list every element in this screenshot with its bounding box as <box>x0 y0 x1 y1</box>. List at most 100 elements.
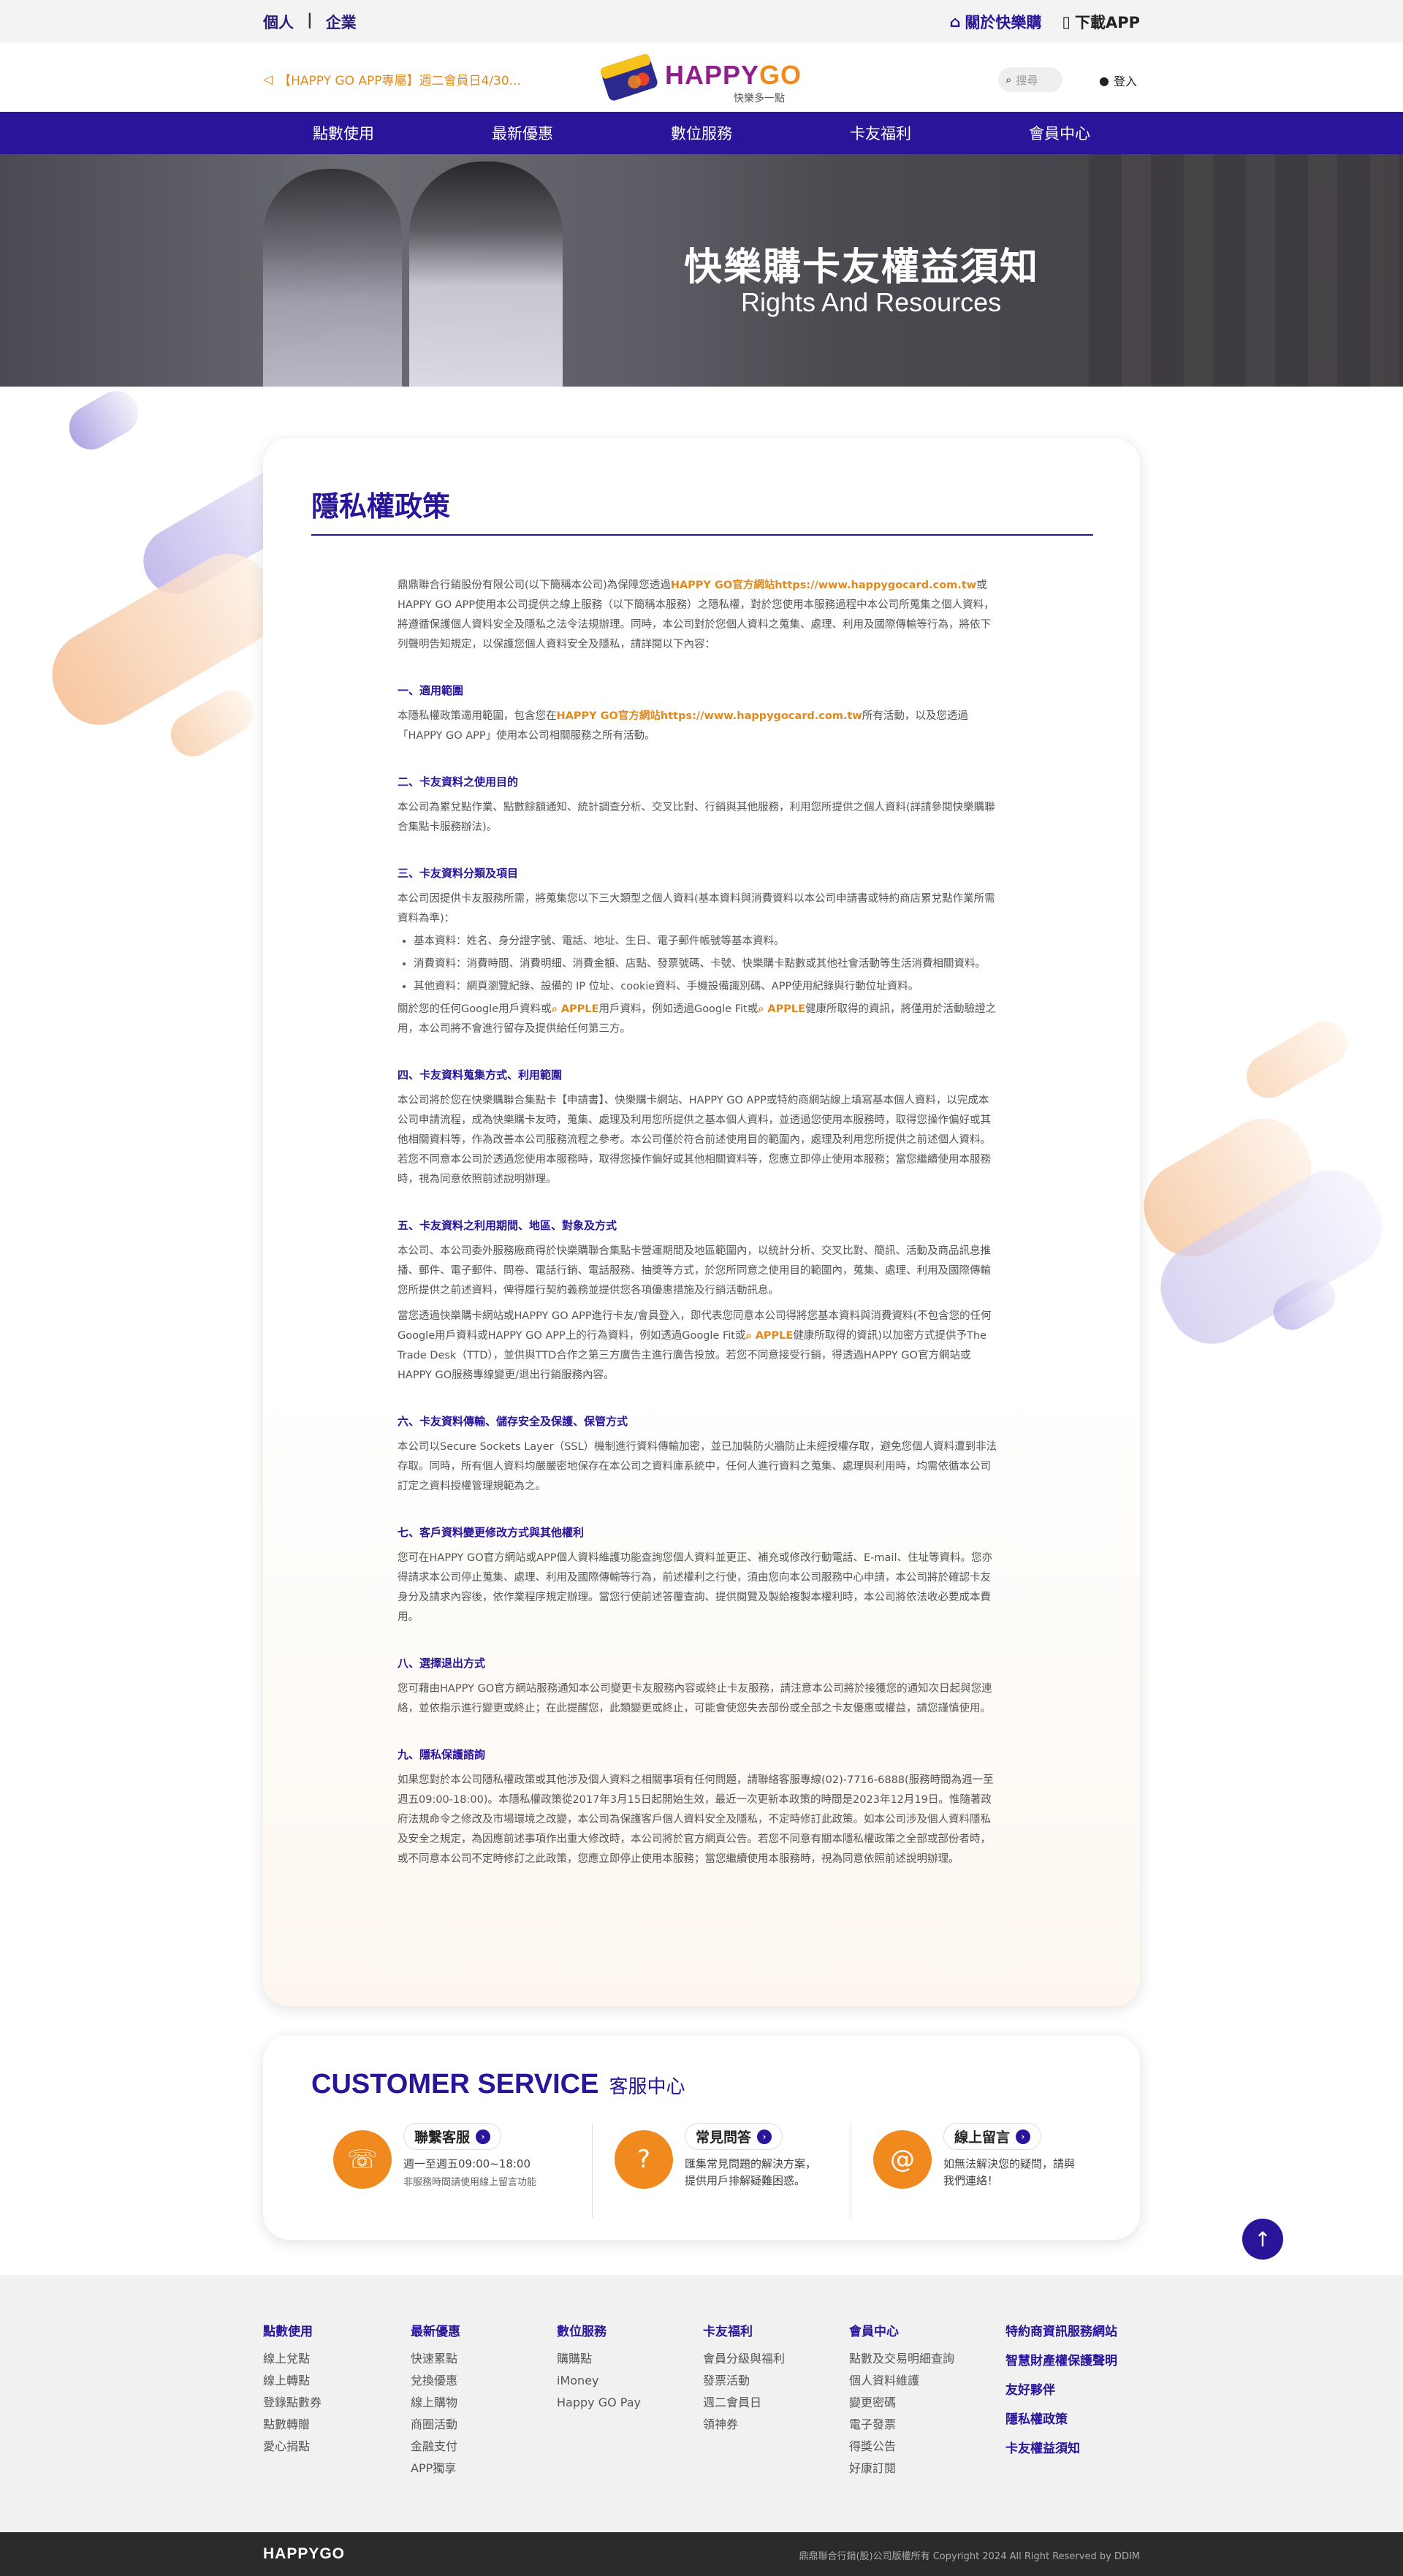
audience-switch: 個人 | 企業 <box>263 11 357 33</box>
footer-link[interactable]: 隱私權政策 <box>1005 2405 1117 2434</box>
section-text: 本公司將於您在快樂購聯合集點卡【申請書】、快樂購卡網站、HAPPY GO APP… <box>398 1095 991 1185</box>
search-box[interactable]: ⌕ 搜尋 <box>998 67 1062 92</box>
nav-member-center[interactable]: 會員中心 <box>1029 122 1090 144</box>
happygo-logo[interactable]: HAPPYGO 快樂多一點 <box>598 50 802 105</box>
cs-contact-button[interactable]: 聯繫客服 › <box>403 2123 502 2150</box>
policy-card: 隱私權政策 鼎鼎聯合行銷股份有限公司(以下簡稱本公司)為保障您透過HAPPY G… <box>263 438 1140 2006</box>
footer-link[interactable]: 兌換優惠 <box>411 2370 460 2392</box>
hero-banner: 快樂購卡友權益須知 Rights And Resources <box>0 154 1403 387</box>
footer-link[interactable]: 會員分級與福利 <box>703 2348 785 2370</box>
nav-points-usage[interactable]: 點數使用 <box>313 122 374 144</box>
top-bar: 個人 | 企業 ⌂ 關於快樂購 ▯ 下載APP <box>0 0 1403 42</box>
footer-link[interactable]: 智慧財產權保護聲明 <box>1005 2347 1117 2376</box>
banner-title: 快樂購卡友權益須知 <box>684 246 1040 289</box>
apple-link[interactable]: ⌕ APPLE <box>758 1003 805 1015</box>
arrow-right-icon: › <box>757 2129 772 2144</box>
login-link[interactable]: ● 登入 <box>1099 72 1137 89</box>
promo-ticker[interactable]: ◁ 【HAPPY GO APP專屬】週二會員日4/30... <box>263 70 521 89</box>
decor-shape <box>1239 1013 1356 1106</box>
footer-link[interactable]: 線上購物 <box>411 2392 460 2414</box>
download-app-link[interactable]: ▯ 下載APP <box>1062 11 1140 33</box>
apple-link[interactable]: ⌕ APPLE <box>746 1330 794 1342</box>
section-heading: 三、卡友資料分類及項目 <box>398 867 519 880</box>
footer-heading[interactable]: 會員中心 <box>849 2323 954 2341</box>
personal-link[interactable]: 個人 <box>263 11 294 33</box>
about-link[interactable]: ⌂ 關於快樂購 <box>949 11 1041 33</box>
arrow-up-icon: ↑ <box>1254 2227 1271 2252</box>
footer-link[interactable]: 線上轉點 <box>263 2370 322 2392</box>
section-heading: 一、適用範圍 <box>398 684 464 697</box>
footer-link[interactable]: 好康訂閱 <box>849 2458 954 2480</box>
back-to-top-button[interactable]: ↑ <box>1242 2219 1283 2260</box>
footer-link[interactable]: 點數轉贈 <box>263 2414 322 2436</box>
banner-subtitle: Rights And Resources <box>741 287 1002 317</box>
footer-link[interactable]: 個人資料維護 <box>849 2370 954 2392</box>
section-heading: 八、選擇退出方式 <box>398 1657 486 1670</box>
cs-desc: 週一至週五09:00~18:00 <box>403 2157 531 2170</box>
cs-message-button[interactable]: 線上留言 › <box>943 2123 1042 2150</box>
main-nav: 點數使用 最新優惠 數位服務 卡友福利 會員中心 <box>0 112 1403 154</box>
footer-heading[interactable]: 點數使用 <box>263 2323 322 2341</box>
cs-faq-button[interactable]: 常見問答 › <box>685 2123 783 2150</box>
customer-service-card: CUSTOMER SERVICE 客服中心 ☏ 聯繫客服 › 週一至週五09:00… <box>263 2035 1140 2240</box>
footer-link[interactable]: 變更密碼 <box>849 2392 954 2414</box>
footer-link[interactable]: 特約商資訊服務網站 <box>1005 2317 1117 2347</box>
page-title: 隱私權政策 <box>311 490 451 523</box>
footer-link[interactable]: 購購點 <box>557 2348 641 2370</box>
footer-link[interactable]: Happy GO Pay <box>557 2392 641 2414</box>
section-text: 本隱私權政策適用範圍，包含您在HAPPY GO官方網站https://www.h… <box>398 710 968 742</box>
footer-link[interactable]: 點數及交易明細查詢 <box>849 2348 954 2370</box>
footer-heading[interactable]: 卡友福利 <box>703 2323 785 2341</box>
footer-link[interactable]: iMoney <box>557 2370 641 2392</box>
arrow-right-icon: › <box>476 2129 491 2144</box>
footer-link[interactable]: 線上兌點 <box>263 2348 322 2370</box>
footer-link[interactable]: 發票活動 <box>703 2370 785 2392</box>
cs-faq[interactable]: ? 常見問答 › 匯集常見問題的解決方案， 提供用戶排解疑難困惑。 <box>592 2123 851 2218</box>
cs-message[interactable]: @ 線上留言 › 如無法解決您的疑問，請與 我們連絡！ <box>851 2123 1109 2218</box>
apple-link[interactable]: ⌕ APPLE <box>552 1003 599 1015</box>
footer-link[interactable]: 登錄點數券 <box>263 2392 322 2414</box>
nav-digital-services[interactable]: 數位服務 <box>671 122 732 144</box>
footer-link[interactable]: 商圈活動 <box>411 2414 460 2436</box>
list-item: 消費資料：消費時間、消費明細、消費金額、店點、發票號碼、卡號、快樂購卡點數或其他… <box>414 954 998 974</box>
footer-link[interactable]: 愛心捐點 <box>263 2436 322 2458</box>
footer-link[interactable]: 卡友權益須知 <box>1005 2434 1117 2463</box>
footer-heading[interactable]: 最新優惠 <box>411 2323 460 2341</box>
footer-column: 數位服務 購購點 iMoney Happy GO Pay <box>557 2323 641 2414</box>
cs-desc: 非服務時間請使用線上留言功能 <box>403 2177 537 2188</box>
cs-contact[interactable]: ☏ 聯繫客服 › 週一至週五09:00~18:00 非服務時間請使用線上留言功能 <box>333 2123 592 2218</box>
footer-link[interactable]: APP獨享 <box>411 2458 460 2480</box>
search-icon: ⌕ <box>758 1003 764 1015</box>
footer-column: 卡友福利 會員分級與福利 發票活動 週二會員日 領神券 <box>703 2323 785 2436</box>
cs-desc: 我們連絡！ <box>943 2174 999 2187</box>
cs-desc: 如無法解決您的疑問，請與 <box>943 2157 1076 2170</box>
official-site-link[interactable]: HAPPY GO官方網站https://www.happygocard.com.… <box>671 580 976 591</box>
search-icon: ⌕ <box>1005 73 1012 86</box>
nav-latest-offers[interactable]: 最新優惠 <box>492 122 553 144</box>
footer-link[interactable]: 金融支付 <box>411 2436 460 2458</box>
section-heading: 五、卡友資料之利用期間、地區、對象及方式 <box>398 1219 617 1232</box>
section-text: 如果您對於本公司隱私權政策或其他涉及個人資料之相關事項有任何問題，請聯絡客服專線… <box>398 1774 994 1865</box>
megaphone-icon: ◁ <box>263 72 273 87</box>
about-label: 關於快樂購 <box>965 14 1042 31</box>
section-text: 您可在HAPPY GO官方網站或APP個人資料維護功能查詢您個人資料並更正、補充… <box>398 1552 992 1623</box>
cs-title-en: CUSTOMER SERVICE <box>311 2069 599 2100</box>
footer-link[interactable]: 得獎公告 <box>849 2436 954 2458</box>
cs-desc: 匯集常見問題的解決方案， <box>685 2157 817 2170</box>
footer-link[interactable]: 週二會員日 <box>703 2392 785 2414</box>
nav-member-benefits[interactable]: 卡友福利 <box>850 122 911 144</box>
card-logo-icon <box>600 53 658 101</box>
footer-link[interactable]: 友好夥伴 <box>1005 2376 1117 2405</box>
section-text: 本公司以Secure Sockets Layer（SSL）機制進行資料傳輸加密，… <box>398 1441 997 1492</box>
top-links: ⌂ 關於快樂購 ▯ 下載APP <box>949 11 1140 33</box>
footer-heading[interactable]: 數位服務 <box>557 2323 641 2341</box>
footer-link[interactable]: 快速累點 <box>411 2348 460 2370</box>
site-footer: 點數使用 線上兌點 線上轉點 登錄點數券 點數轉贈 愛心捐點 最新優惠 快速累點… <box>0 2275 1403 2532</box>
official-site-link[interactable]: HAPPY GO官方網站https://www.happygocard.com.… <box>557 710 862 722</box>
section-heading: 六、卡友資料傳輸、儲存安全及保護、保管方式 <box>398 1415 628 1428</box>
footer-link[interactable]: 電子發票 <box>849 2414 954 2436</box>
cs-title-zh: 客服中心 <box>609 2076 685 2098</box>
footer-link[interactable]: 領神券 <box>703 2414 785 2436</box>
business-link[interactable]: 企業 <box>326 11 357 33</box>
section-text: 關於您的任何Google用戶資料或⌕ APPLE用戶資料，例如透過Google … <box>398 1003 997 1035</box>
